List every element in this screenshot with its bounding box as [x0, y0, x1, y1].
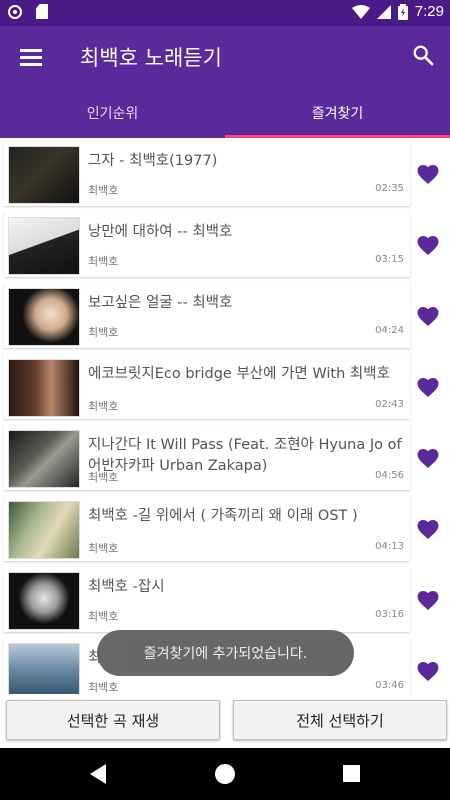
- heart-icon[interactable]: [416, 518, 440, 540]
- album-thumbnail: [8, 146, 80, 204]
- notification-icon: [8, 4, 22, 19]
- signal-icon: [376, 4, 391, 19]
- album-thumbnail: [8, 501, 80, 559]
- bottom-button-bar: 선택한 곡 재생 전체 선택하기: [0, 694, 450, 746]
- song-artist: 최백호: [88, 326, 119, 339]
- search-icon[interactable]: [412, 44, 434, 66]
- song-duration: 04:13: [375, 541, 404, 552]
- heart-icon[interactable]: [416, 234, 440, 256]
- heart-icon[interactable]: [416, 589, 440, 611]
- song-artist: 최백호: [88, 184, 119, 197]
- heart-icon[interactable]: [416, 305, 440, 327]
- song-artist: 최백호: [88, 255, 119, 268]
- song-title: 지나간다 It Will Pass (Feat. 조현아 Hyuna Jo of…: [88, 437, 402, 474]
- tab-bar: 인기순위 즐겨찾기: [0, 88, 450, 138]
- song-artist: 최백호: [88, 542, 119, 555]
- select-all-button[interactable]: 전체 선택하기: [233, 700, 447, 740]
- list-item[interactable]: 보고싶은 얼굴 -- 최백호 최백호 04:24: [0, 280, 450, 351]
- album-thumbnail: [8, 643, 80, 694]
- song-artist: 최백호: [88, 610, 119, 623]
- list-item[interactable]: 지나간다 It Will Pass (Feat. 조현아 Hyuna Jo of…: [0, 422, 450, 493]
- toast-message: 즐겨찾기에 추가되었습니다.: [97, 630, 354, 676]
- battery-icon: [397, 3, 408, 20]
- play-selected-button[interactable]: 선택한 곡 재생: [6, 700, 220, 740]
- menu-icon[interactable]: [20, 49, 42, 66]
- heart-icon[interactable]: [416, 376, 440, 398]
- song-title: 최백호 -잡시: [88, 579, 165, 595]
- song-duration: 04:24: [375, 325, 404, 336]
- heart-icon[interactable]: [416, 660, 440, 682]
- app-title: 최백호 노래듣기: [80, 46, 222, 70]
- song-title: 보고싶은 얼굴 -- 최백호: [88, 295, 233, 311]
- song-duration: 03:46: [375, 680, 404, 691]
- system-nav-bar: [0, 748, 450, 800]
- song-title: 그자 - 최백호(1977): [88, 153, 218, 169]
- song-title: 에코브릿지Eco bridge 부산에 가면 With 최백호: [88, 366, 390, 382]
- tab-popular[interactable]: 인기순위: [0, 88, 225, 138]
- list-item[interactable]: 최백호 -잡시 최백호 03:16: [0, 564, 450, 635]
- song-duration: 03:15: [375, 254, 404, 265]
- song-artist: 최백호: [88, 681, 119, 694]
- album-thumbnail: [8, 288, 80, 346]
- song-list[interactable]: 그자 - 최백호(1977) 최백호 02:35 낭만에 대하여 -- 최백호 …: [0, 138, 450, 694]
- sd-card-icon: [36, 4, 48, 19]
- list-item[interactable]: 에코브릿지Eco bridge 부산에 가면 With 최백호 최백호 02:4…: [0, 351, 450, 422]
- album-thumbnail: [8, 217, 80, 275]
- heart-icon[interactable]: [416, 447, 440, 469]
- song-duration: 02:43: [375, 399, 404, 410]
- tab-favorites[interactable]: 즐겨찾기: [225, 88, 450, 138]
- recent-apps-icon[interactable]: [343, 765, 360, 782]
- song-duration: 02:35: [375, 183, 404, 194]
- list-item[interactable]: 최백호 -길 위에서 ( 가족끼리 왜 이래 OST ) 최백호 04:13: [0, 493, 450, 564]
- back-icon[interactable]: [90, 764, 106, 784]
- song-artist: 최백호: [88, 400, 119, 413]
- album-thumbnail: [8, 572, 80, 630]
- wifi-icon: [351, 4, 370, 19]
- list-item[interactable]: 그자 - 최백호(1977) 최백호 02:35: [0, 138, 450, 209]
- status-bar: 7:29: [0, 0, 450, 26]
- album-thumbnail: [8, 359, 80, 417]
- status-time: 7:29: [414, 3, 444, 20]
- song-artist: 최백호: [88, 471, 119, 484]
- heart-icon[interactable]: [416, 163, 440, 185]
- app-bar: 최백호 노래듣기: [0, 26, 450, 88]
- song-duration: 03:16: [375, 609, 404, 620]
- album-thumbnail: [8, 430, 80, 488]
- list-item[interactable]: 낭만에 대하여 -- 최백호 최백호 03:15: [0, 209, 450, 280]
- home-icon[interactable]: [215, 764, 235, 784]
- song-title: 최백호 -길 위에서 ( 가족끼리 왜 이래 OST ): [88, 508, 358, 524]
- song-duration: 04:56: [375, 470, 404, 481]
- song-title: 낭만에 대하여 -- 최백호: [88, 224, 233, 240]
